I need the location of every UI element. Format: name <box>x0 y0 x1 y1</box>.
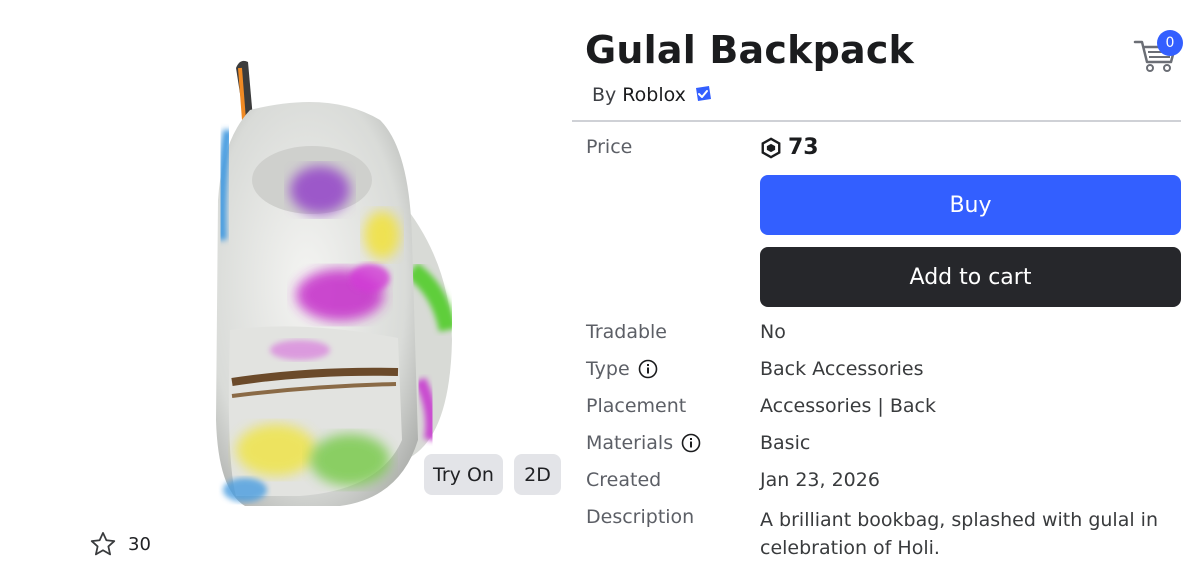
verified-badge-icon <box>695 86 711 101</box>
favorite-count: 30 <box>128 533 151 555</box>
backpack-image <box>216 60 457 506</box>
item-preview: Try On 2D <box>40 20 570 520</box>
created-label: Created <box>586 469 662 491</box>
description-label: Description <box>586 506 695 528</box>
creator-link[interactable]: Roblox <box>622 84 686 106</box>
try-on-button[interactable]: Try On <box>424 454 503 495</box>
divider <box>572 120 1181 122</box>
description-value: A brilliant bookbag, splashed with gulal… <box>760 509 1158 559</box>
type-label: Type <box>586 358 658 380</box>
materials-label: Materials <box>586 432 701 454</box>
favorite[interactable]: 30 <box>88 530 151 558</box>
price-value: 73 <box>760 135 819 160</box>
tradable-label: Tradable <box>586 321 668 343</box>
type-value: Back Accessories <box>760 358 924 380</box>
by-prefix: By <box>592 84 617 106</box>
tradable-value: No <box>760 321 786 343</box>
creator-byline: By Roblox <box>592 84 712 106</box>
created-value: Jan 23, 2026 <box>760 469 880 491</box>
price-amount: 73 <box>788 135 819 160</box>
2d-view-button[interactable]: 2D <box>514 454 561 495</box>
type-label-text: Type <box>586 358 630 380</box>
info-icon[interactable] <box>681 433 701 453</box>
info-icon[interactable] <box>638 359 658 379</box>
add-to-cart-button[interactable]: Add to cart <box>760 247 1181 307</box>
item-title: Gulal Backpack <box>585 28 915 72</box>
buy-button[interactable]: Buy <box>760 175 1181 235</box>
placement-value: Accessories | Back <box>760 395 936 417</box>
placement-label: Placement <box>586 395 687 417</box>
robux-icon <box>761 136 781 159</box>
materials-value: Basic <box>760 432 811 454</box>
price-label: Price <box>586 136 633 158</box>
cart-count-badge: 0 <box>1157 30 1183 56</box>
star-outline-icon[interactable] <box>88 530 118 558</box>
materials-label-text: Materials <box>586 432 674 454</box>
